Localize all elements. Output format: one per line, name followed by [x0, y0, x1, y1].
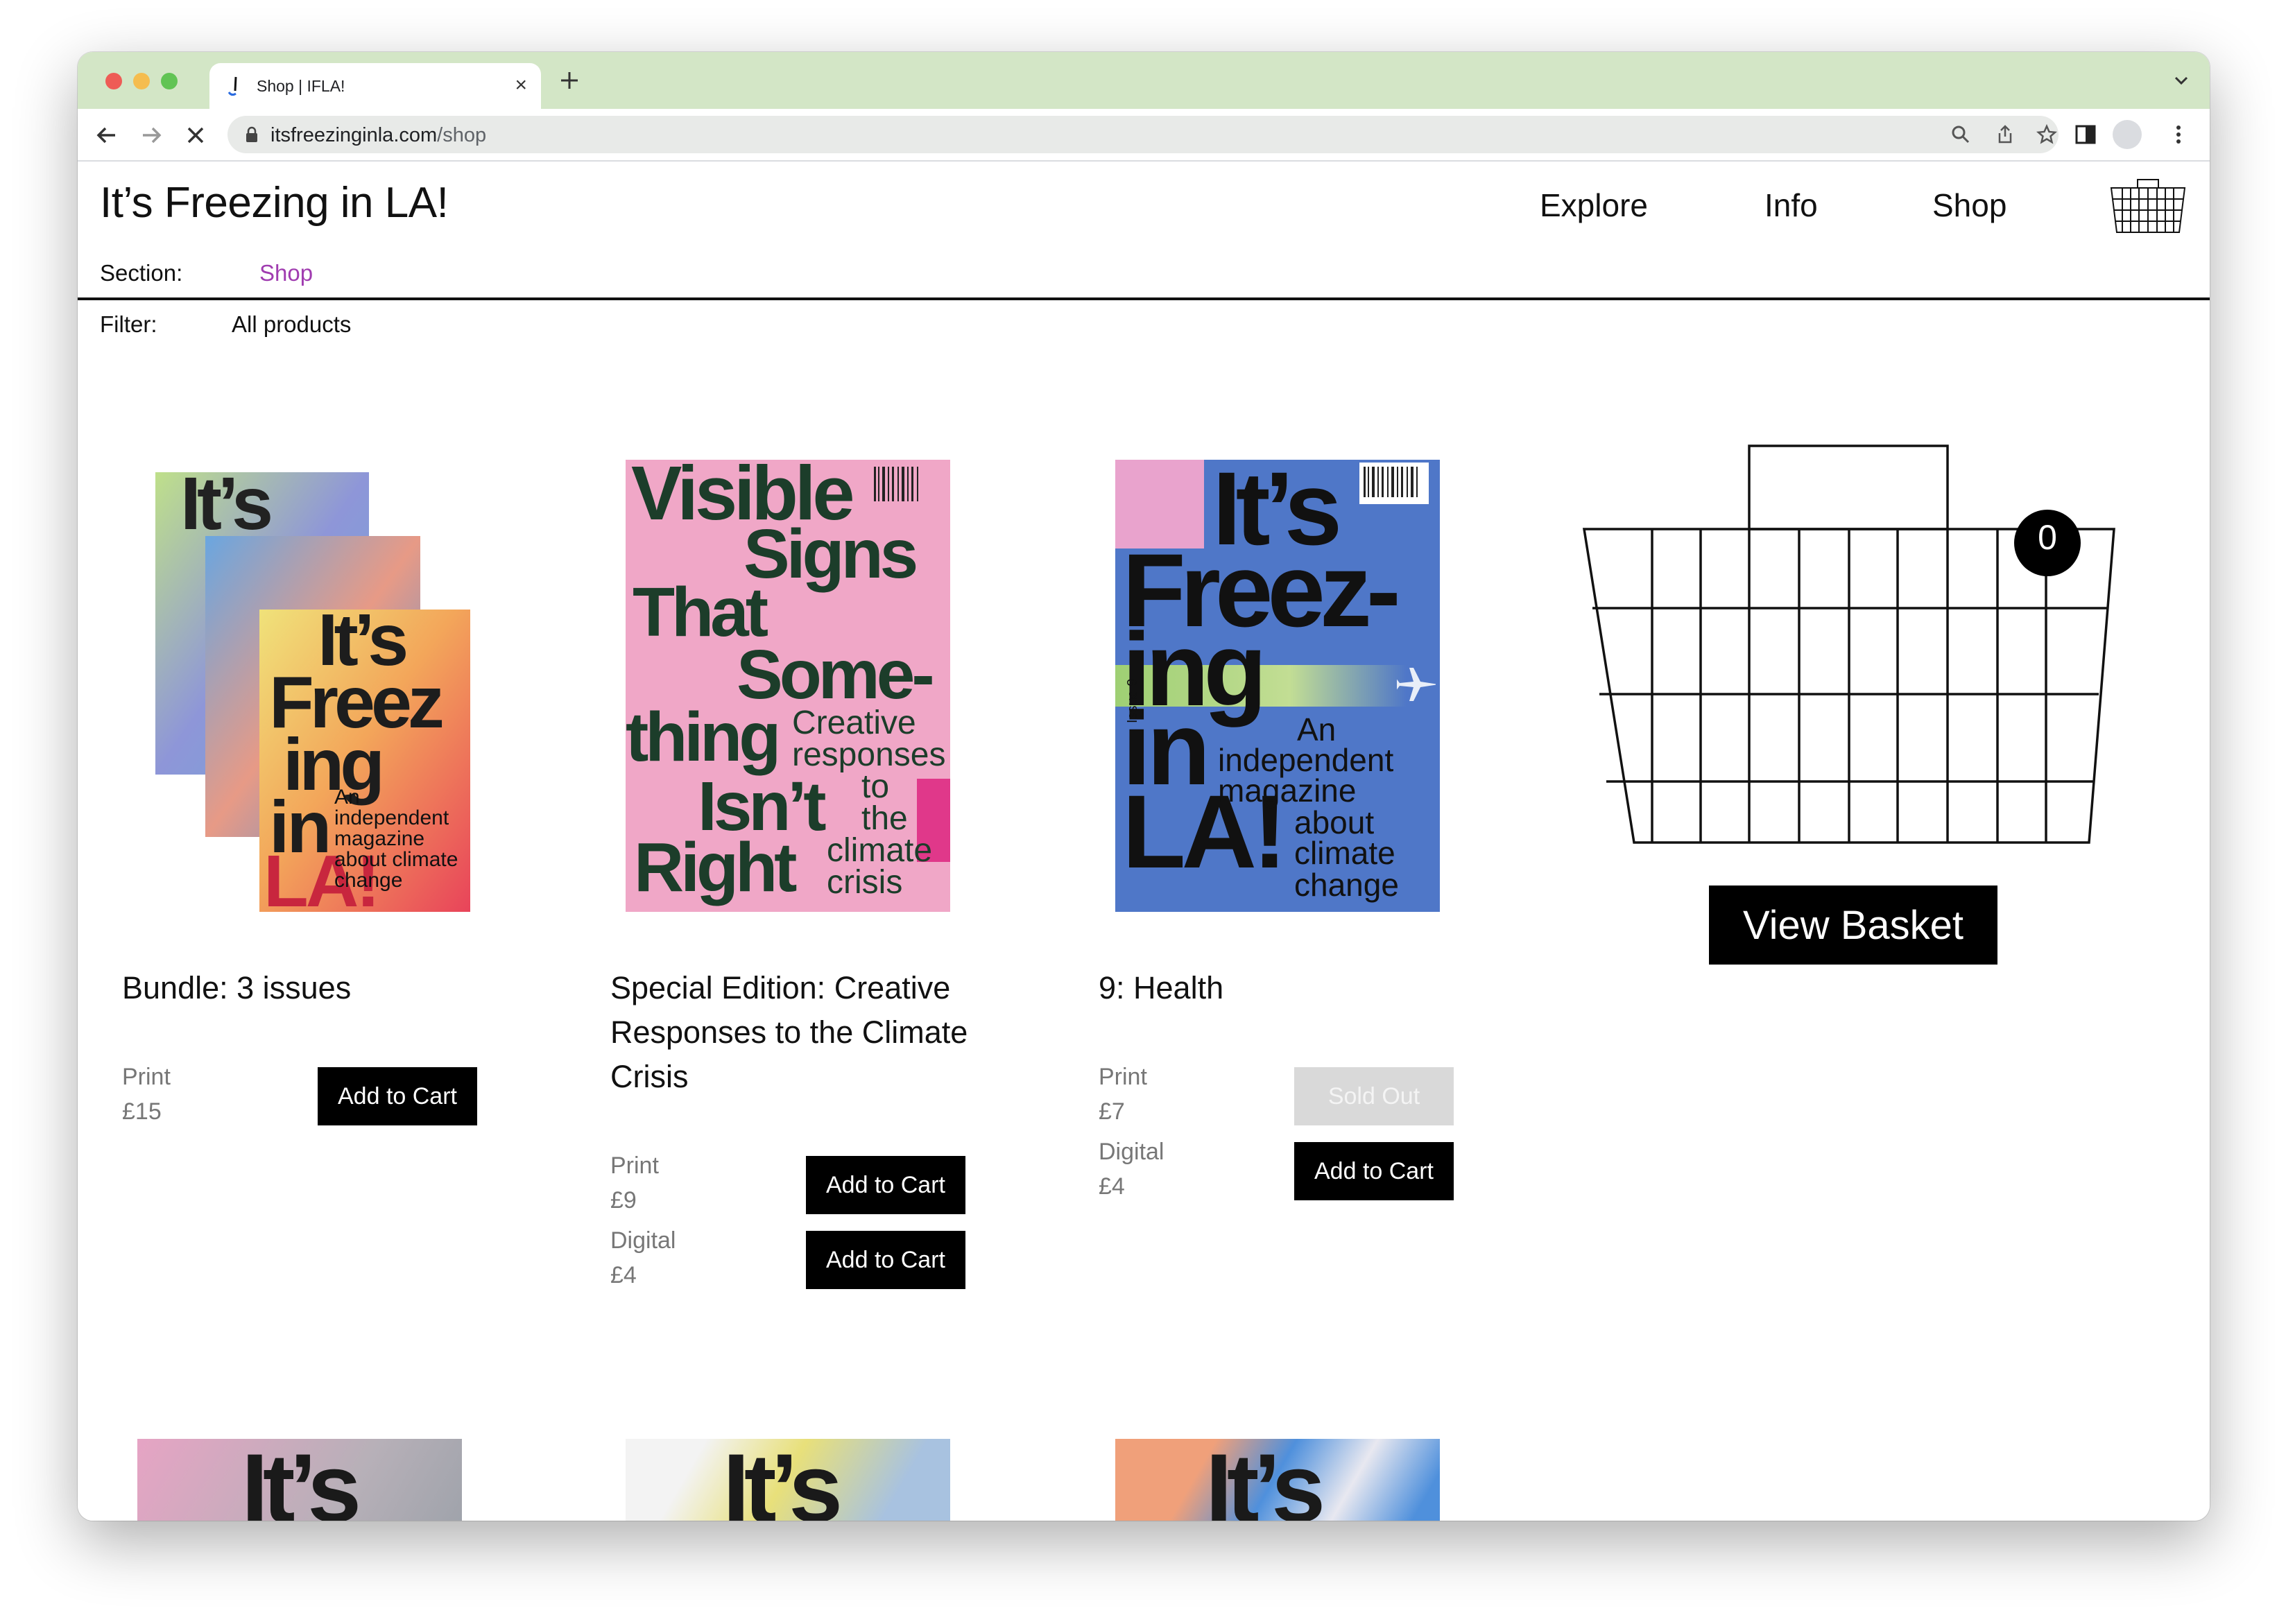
- add-to-cart-button[interactable]: Add to Cart: [806, 1231, 965, 1289]
- page-content: It’s Freezing in LA! Explore Info Shop S…: [78, 162, 2210, 1521]
- basket-icon[interactable]: [2110, 178, 2186, 234]
- option-type: Digital: [610, 1227, 676, 1254]
- forward-arrow-icon[interactable]: [137, 121, 165, 149]
- basket-count-badge: 0: [2038, 518, 2057, 557]
- option-type: Print: [610, 1152, 659, 1179]
- plus-icon[interactable]: [558, 69, 581, 92]
- cover-text: crisis: [827, 864, 903, 901]
- cover-text: It’s: [180, 461, 273, 545]
- ifla-favicon: [227, 76, 237, 96]
- add-to-cart-button[interactable]: Add to Cart: [1294, 1142, 1454, 1200]
- option-price: £7: [1099, 1098, 1125, 1125]
- site-title[interactable]: It’s Freezing in LA!: [100, 178, 449, 227]
- maximize-window-button[interactable]: [161, 73, 178, 89]
- cover-text: Signs: [744, 515, 918, 593]
- nav-shop[interactable]: Shop: [1932, 187, 2006, 224]
- product-image-bundle[interactable]: It’s It’s Freez ing in LA! An independen…: [137, 460, 470, 922]
- stop-loading-icon[interactable]: [182, 121, 209, 149]
- add-to-cart-button[interactable]: Add to Cart: [806, 1156, 965, 1214]
- cover-text: It’s: [1205, 1439, 1325, 1521]
- add-to-cart-button[interactable]: Add to Cart: [318, 1067, 477, 1125]
- cover-text: independent: [1218, 742, 1394, 778]
- filter-label: Filter:: [100, 311, 157, 337]
- browser-window: Shop | IFLA! × itsfreezinginla.com/shop: [78, 52, 2210, 1521]
- option-price: £4: [610, 1262, 637, 1288]
- cover-text: magazine: [1218, 772, 1357, 809]
- cover-text: the: [861, 800, 908, 837]
- option-type: Print: [122, 1064, 171, 1090]
- product-image-row2-2[interactable]: It’s: [626, 1439, 950, 1521]
- cover-text: responses: [792, 736, 946, 773]
- sold-out-button: Sold Out: [1294, 1067, 1454, 1125]
- cover-tagline: An independent magazine about climate ch…: [334, 786, 458, 892]
- close-icon[interactable]: ×: [515, 73, 527, 98]
- product-image-special-edition[interactable]: Visible Signs That Some- thing Isn’t Rig…: [626, 460, 950, 912]
- basket-icon[interactable]: [1583, 444, 2138, 847]
- search-icon[interactable]: [1950, 124, 1971, 145]
- active-tab[interactable]: Shop | IFLA! ×: [209, 63, 541, 109]
- lock-icon[interactable]: [246, 126, 258, 143]
- view-basket-button[interactable]: View Basket: [1709, 886, 1997, 965]
- airplane-icon: [1397, 668, 1436, 701]
- cover-text: climate: [1294, 835, 1395, 871]
- minimize-window-button[interactable]: [133, 73, 150, 89]
- chevron-down-icon[interactable]: [2171, 70, 2192, 91]
- address-bar[interactable]: itsfreezinginla.com/shop: [227, 116, 2059, 153]
- cover-text: thing: [626, 698, 781, 776]
- product-title[interactable]: Bundle: 3 issues: [122, 966, 510, 1010]
- section-label: Section:: [100, 260, 183, 286]
- cover-text: It’s: [241, 1439, 361, 1521]
- profile-icon[interactable]: [2113, 120, 2142, 149]
- barcode-icon: [1359, 463, 1429, 504]
- tab-title: Shop | IFLA!: [257, 77, 345, 95]
- nav-info[interactable]: Info: [1764, 187, 1818, 224]
- product-title[interactable]: 9: Health: [1099, 966, 1487, 1010]
- share-icon[interactable]: [1995, 124, 2016, 145]
- cover-text: to: [861, 768, 890, 805]
- sidebar-icon[interactable]: [2072, 121, 2099, 148]
- kebab-menu-icon[interactable]: [2165, 121, 2192, 148]
- option-price: £9: [610, 1187, 637, 1213]
- product-title[interactable]: Special Edition: Creative Responses to t…: [610, 966, 999, 1099]
- cover-text: change: [1294, 867, 1399, 903]
- star-icon[interactable]: [2036, 124, 2057, 145]
- product-image-issue-9-health[interactable]: It’s Freez- ing in LA! An independent ma…: [1115, 460, 1440, 912]
- url-path: /shop: [437, 124, 487, 146]
- cover-text: It’s: [723, 1439, 843, 1521]
- section-value[interactable]: Shop: [259, 260, 313, 286]
- product-image-row2-3[interactable]: It’s: [1115, 1439, 1440, 1521]
- header-divider: [78, 297, 2210, 300]
- cover-text: Creative: [792, 705, 916, 741]
- close-window-button[interactable]: [105, 73, 122, 89]
- option-price: £4: [1099, 1173, 1125, 1200]
- filter-value[interactable]: All products: [232, 311, 351, 338]
- browser-toolbar: itsfreezinginla.com/shop: [78, 109, 2210, 162]
- url-text: itsfreezinginla.com/shop: [270, 124, 486, 147]
- tab-bar: Shop | IFLA! ×: [78, 52, 2210, 109]
- nav-explore[interactable]: Explore: [1540, 187, 1648, 224]
- cover-text: An: [1297, 711, 1337, 748]
- cover-text: climate: [827, 832, 933, 869]
- barcode-icon: [874, 467, 918, 501]
- cover-text: Right: [634, 829, 797, 906]
- option-price: £15: [122, 1098, 162, 1125]
- back-arrow-icon[interactable]: [93, 121, 121, 149]
- cover-text: about: [1294, 804, 1375, 840]
- url-host: itsfreezinginla.com: [270, 124, 438, 146]
- option-type: Digital: [1099, 1139, 1165, 1165]
- cover-issue-label: Issue 9: [1125, 678, 1140, 723]
- product-image-row2-1[interactable]: It’s: [137, 1439, 462, 1521]
- option-type: Print: [1099, 1064, 1147, 1090]
